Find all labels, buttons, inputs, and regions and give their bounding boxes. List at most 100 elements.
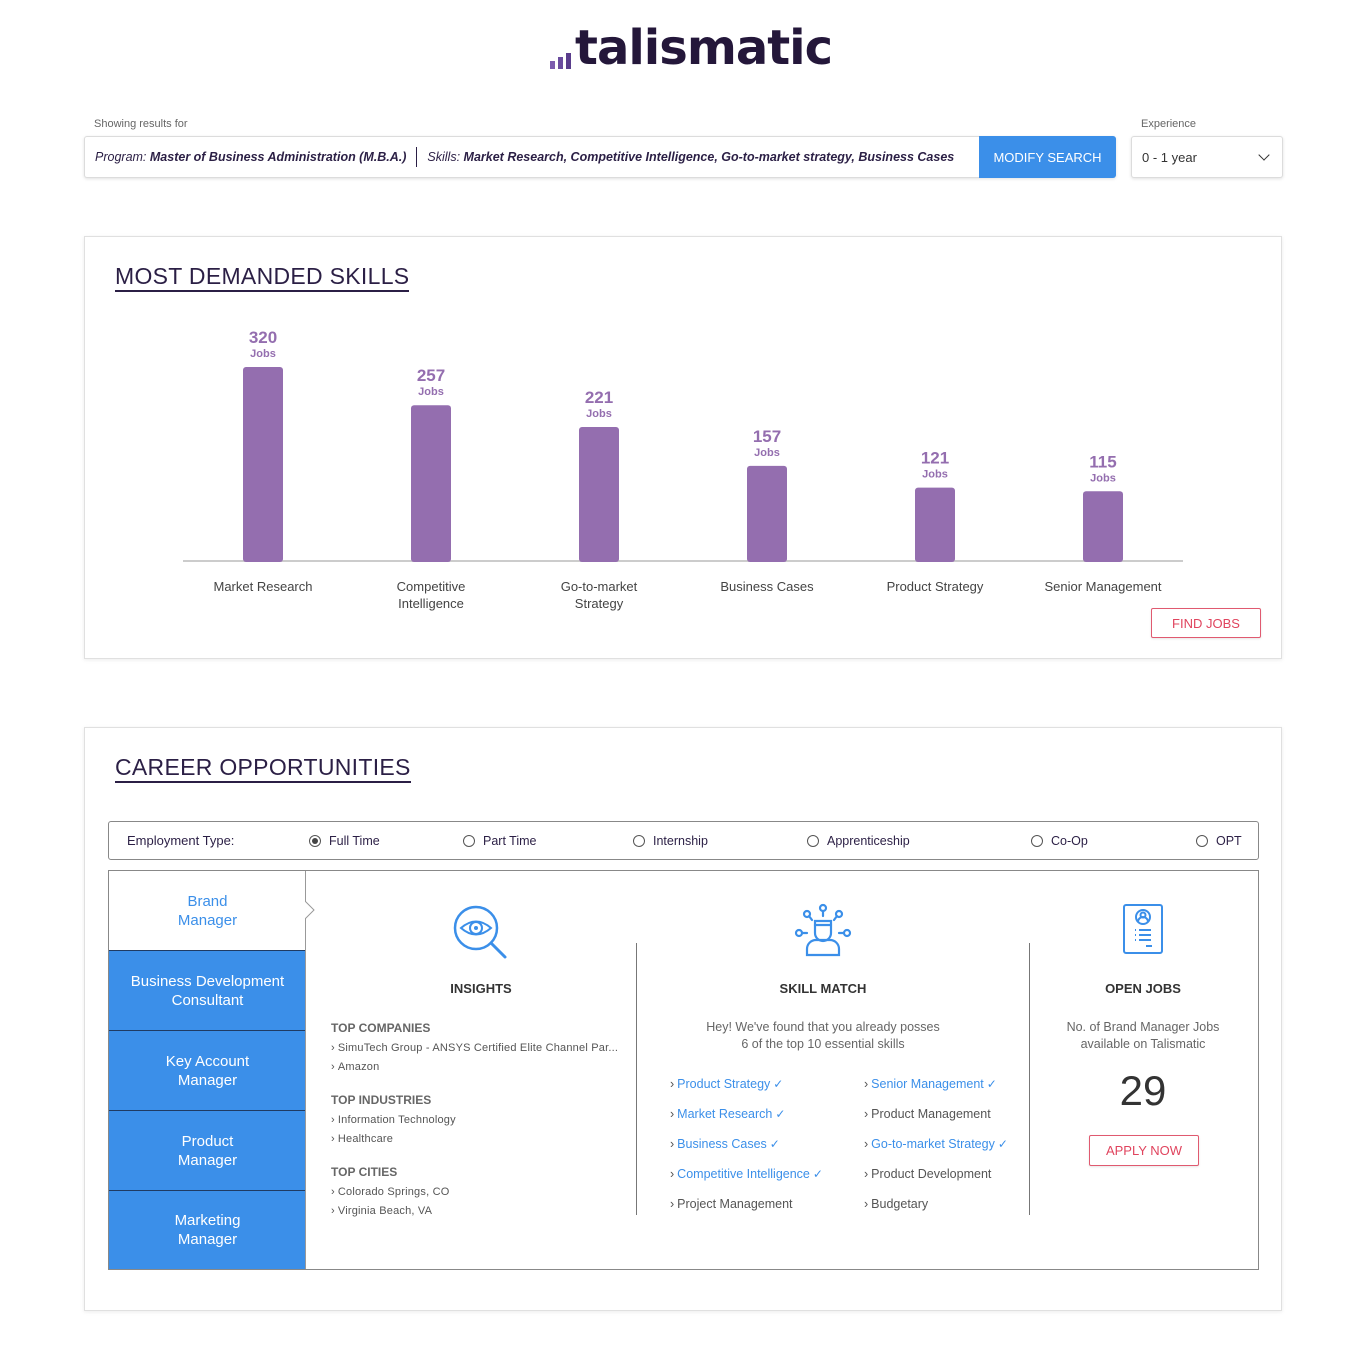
employment-type-label: Co-Op bbox=[1051, 834, 1088, 848]
program-label: Program: bbox=[95, 150, 147, 164]
checkmark-icon: ✓ bbox=[986, 1077, 997, 1091]
chevron-right-icon: › bbox=[864, 1137, 869, 1151]
skill-match-item-label: Go-to-market Strategy bbox=[871, 1137, 995, 1151]
radio-button[interactable] bbox=[1196, 835, 1208, 847]
insights-item[interactable]: › Colorado Springs, CO bbox=[331, 1186, 631, 1198]
chevron-right-icon: › bbox=[331, 1114, 335, 1126]
radio-button[interactable] bbox=[463, 835, 475, 847]
category-label: Senior Management bbox=[1044, 579, 1161, 594]
open-jobs-count: 29 bbox=[1119, 1067, 1167, 1114]
chevron-right-icon: › bbox=[670, 1077, 675, 1091]
insights-item-label: Virginia Beach, VA bbox=[337, 1205, 433, 1217]
skill-match-item[interactable]: › Product Management bbox=[864, 1107, 1030, 1124]
talismatic-logo[interactable]: talismatic bbox=[550, 22, 833, 72]
insights-item[interactable]: › Healthcare bbox=[331, 1133, 631, 1145]
bar-value-label: 157 bbox=[753, 427, 781, 446]
bar-value-label: 115 bbox=[1089, 452, 1116, 471]
chevron-right-icon: › bbox=[864, 1197, 869, 1211]
category-label: Product Strategy bbox=[887, 579, 984, 594]
role-tab-label: Business Development Consultant bbox=[130, 972, 285, 1009]
insights-item-label: Colorado Springs, CO bbox=[337, 1186, 450, 1198]
category-label: Go-to-market bbox=[561, 579, 638, 594]
employment-type-label: Employment Type: bbox=[127, 833, 235, 848]
skill-match-item-label: Project Management bbox=[677, 1197, 793, 1211]
skill-match-item-label: Market Research bbox=[677, 1107, 773, 1121]
checkmark-icon: ✓ bbox=[773, 1077, 784, 1091]
skill-match-item[interactable]: › Business Cases ✓ bbox=[670, 1137, 864, 1154]
insights-list: TOP COMPANIES › SimuTech Group - ANSYS Cer… bbox=[331, 1021, 631, 1237]
role-tab[interactable]: Marketing Manager bbox=[109, 1191, 306, 1269]
insights-group: TOP CITIES › Colorado Springs, CO › Virginia… bbox=[331, 1165, 631, 1217]
radio-button[interactable] bbox=[633, 835, 645, 847]
insights-item[interactable]: › Virginia Beach, VA bbox=[331, 1205, 631, 1217]
employment-type-option[interactable]: Full Time bbox=[309, 834, 380, 848]
skill-match-item[interactable]: › Budgetary bbox=[864, 1197, 1030, 1214]
logo-bars-icon bbox=[550, 53, 571, 69]
find-jobs-button[interactable]: FIND JOBS bbox=[1151, 608, 1261, 638]
skills-label: Skills: bbox=[427, 150, 461, 164]
person-network-icon bbox=[793, 903, 853, 964]
insights-group-heading: TOP COMPANIES bbox=[331, 1021, 431, 1035]
role-tab-label: Marketing Manager bbox=[174, 1212, 241, 1248]
skill-match-item[interactable]: › Go-to-market Strategy ✓ bbox=[864, 1137, 1030, 1154]
insights-item-label: Healthcare bbox=[337, 1133, 394, 1145]
modify-search-button[interactable]: MODIFY SEARCH bbox=[979, 136, 1116, 178]
insights-item[interactable]: › Information Technology bbox=[331, 1114, 631, 1126]
role-tab[interactable]: Brand Manager bbox=[109, 871, 306, 951]
employment-type-filter: Employment Type: Full Time Part Time Inter… bbox=[108, 821, 1259, 860]
search-separator bbox=[416, 147, 418, 167]
employment-type-option[interactable]: Apprenticeship bbox=[807, 834, 910, 848]
skill-match-column: SKILL MATCH Hey! We've found that you al… bbox=[637, 871, 1029, 1269]
showing-results-label: Showing results for bbox=[94, 118, 188, 130]
chevron-right-icon: › bbox=[864, 1077, 869, 1091]
bar-value-label: 257 bbox=[417, 366, 445, 385]
career-opportunities-card: CAREER OPPORTUNITIES Employment Type: Fu… bbox=[84, 727, 1282, 1311]
chevron-right-icon: › bbox=[864, 1107, 869, 1121]
skill-match-item[interactable]: › Project Management bbox=[670, 1197, 864, 1214]
insights-group: TOP COMPANIES › SimuTech Group - ANSYS Cer… bbox=[331, 1021, 631, 1073]
open-jobs-column: OPEN JOBS No. of Brand Manager Jobs avai… bbox=[1029, 871, 1257, 1269]
employment-type-label: OPT bbox=[1216, 834, 1242, 848]
role-tab[interactable]: Key Account Manager bbox=[109, 1031, 306, 1111]
open-jobs-description: No. of Brand Manager Jobs available on T… bbox=[1029, 1019, 1257, 1053]
radio-button[interactable] bbox=[1031, 835, 1043, 847]
skill-match-item[interactable]: › Product Strategy ✓ bbox=[670, 1077, 864, 1094]
program-value: Master of Business Administration (M.B.A… bbox=[149, 150, 407, 164]
role-tab[interactable]: Product Manager bbox=[109, 1111, 306, 1191]
role-list: Brand Manager Business Development Consulta… bbox=[109, 871, 306, 1269]
employment-type-option[interactable]: Part Time bbox=[463, 834, 537, 848]
bar-unit-label: Jobs bbox=[922, 469, 948, 481]
most-demanded-skills-card: MOST DEMANDED SKILLS 320 Jobs Market Resea… bbox=[84, 236, 1282, 659]
chevron-right-icon: › bbox=[331, 1061, 335, 1073]
radio-button[interactable] bbox=[807, 835, 819, 847]
employment-type-option[interactable]: OPT bbox=[1196, 834, 1242, 848]
employment-type-option[interactable]: Internship bbox=[633, 834, 708, 848]
skill-match-item[interactable]: › Product Development bbox=[864, 1167, 1030, 1184]
search-summary-bar: Program: Master of Business Administrati… bbox=[84, 136, 1116, 178]
role-tab-label: Product Manager bbox=[177, 1132, 238, 1169]
skill-match-item[interactable]: › Market Research ✓ bbox=[670, 1107, 864, 1124]
bar-5 bbox=[1083, 491, 1123, 562]
open-jobs-desc-line1: No. of Brand Manager Jobs bbox=[1066, 1020, 1220, 1034]
insights-group: TOP INDUSTRIES › Information Technology › He… bbox=[331, 1093, 631, 1145]
chevron-right-icon: › bbox=[331, 1133, 335, 1145]
insights-item[interactable]: › SimuTech Group - ANSYS Certified Elite … bbox=[331, 1042, 631, 1054]
employment-type-label: Apprenticeship bbox=[827, 834, 910, 848]
employment-type-option[interactable]: Co-Op bbox=[1031, 834, 1088, 848]
roles-panel: Brand Manager Business Development Consulta… bbox=[108, 870, 1259, 1270]
skill-match-list: › Product Strategy ✓ › Senior Management ✓ › Ma… bbox=[670, 1077, 1030, 1214]
experience-select[interactable]: 0 - 1 year bbox=[1131, 136, 1283, 178]
apply-now-button[interactable]: APPLY NOW bbox=[1089, 1135, 1199, 1166]
role-tab[interactable]: Business Development Consultant bbox=[109, 951, 306, 1031]
radio-button[interactable] bbox=[309, 835, 321, 847]
category-label: Competitive bbox=[397, 579, 466, 594]
experience-label: Experience bbox=[1141, 118, 1197, 130]
role-tab-label: Key Account Manager bbox=[165, 1052, 250, 1089]
open-jobs-desc-line2: available on Talismatic bbox=[1080, 1037, 1206, 1051]
bar-3 bbox=[747, 465, 787, 562]
skill-match-item[interactable]: › Competitive Intelligence ✓ bbox=[670, 1167, 864, 1184]
bar-unit-label: Jobs bbox=[418, 386, 444, 398]
insights-item[interactable]: › Amazon bbox=[331, 1061, 631, 1073]
skill-match-item[interactable]: › Senior Management ✓ bbox=[864, 1077, 1030, 1094]
section-title-career: CAREER OPPORTUNITIES bbox=[115, 754, 411, 783]
